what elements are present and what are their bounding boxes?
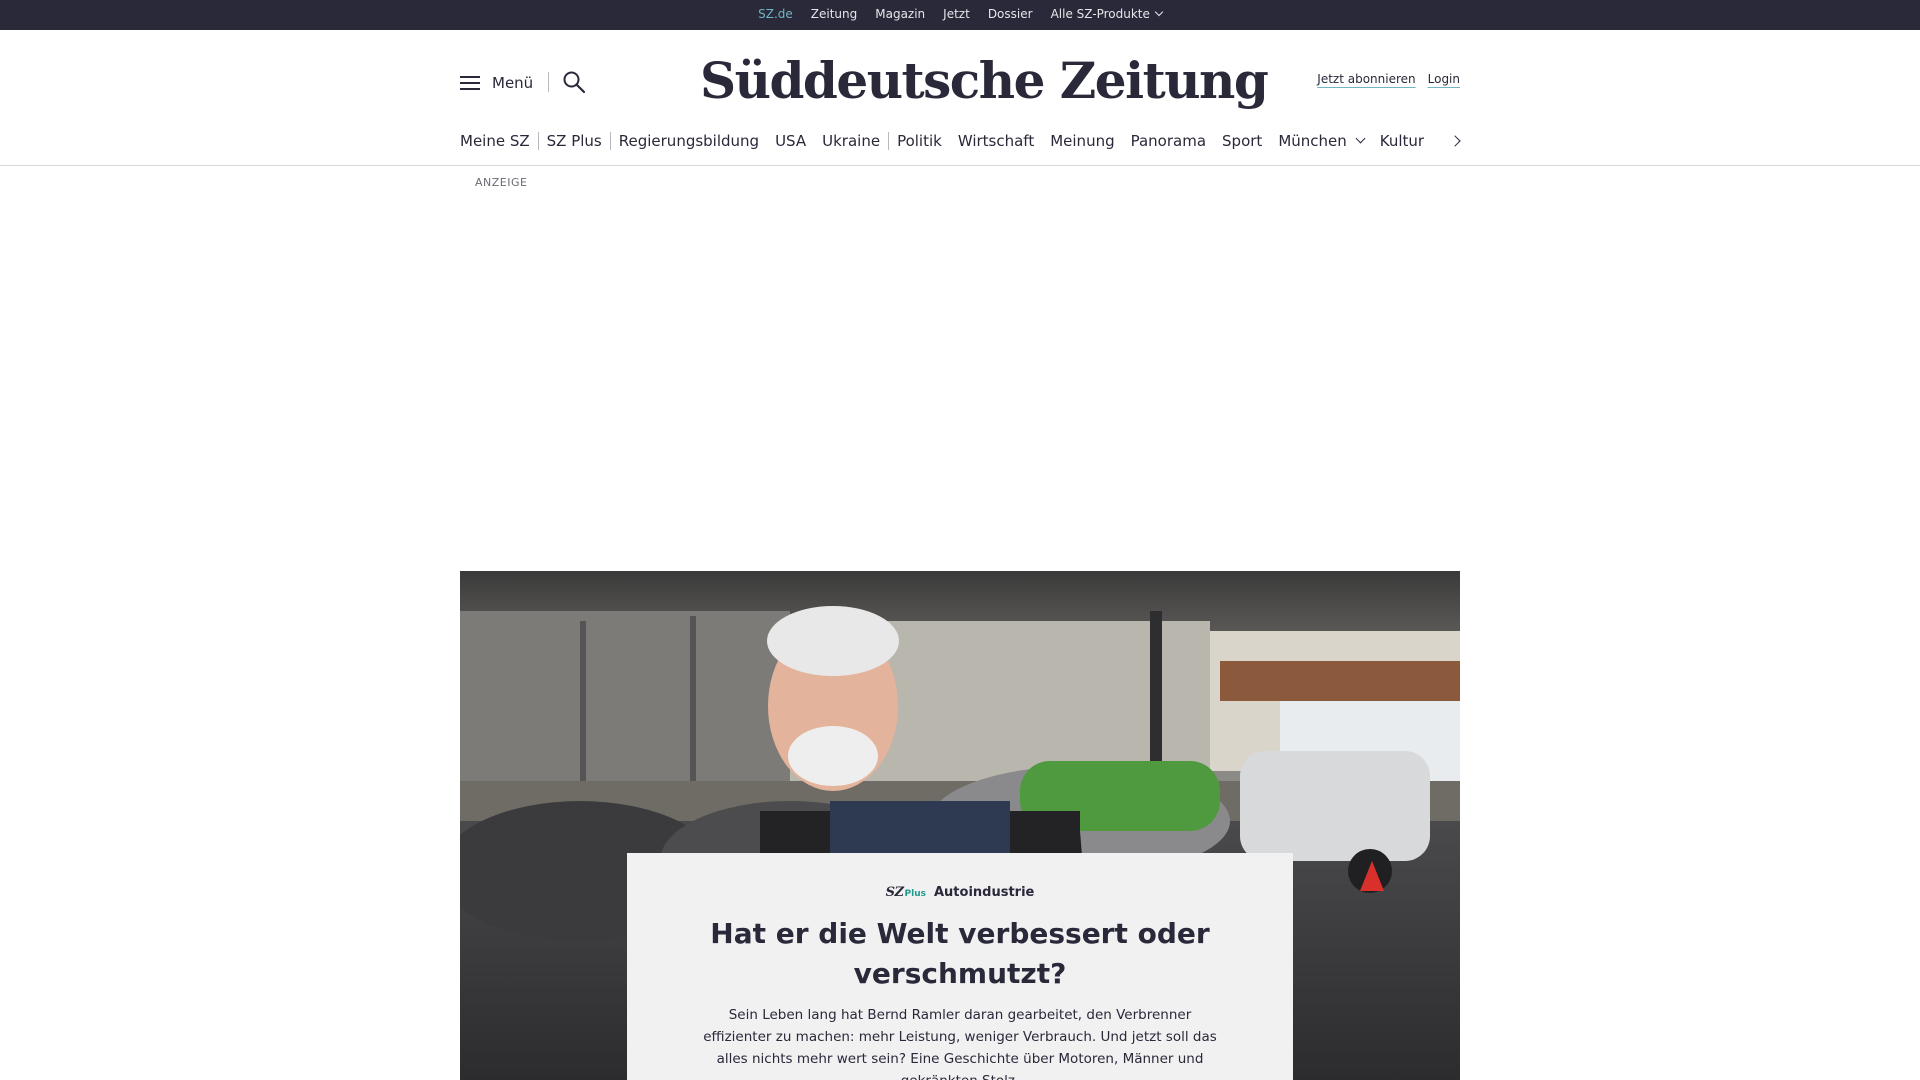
nav-item-sz-plus[interactable]: SZ Plus [539, 128, 610, 154]
service-link-zeitung[interactable]: Zeitung [802, 0, 866, 30]
main-nav: Meine SZ SZ Plus Regierungsbildung USA U… [460, 128, 1432, 154]
article-teaser[interactable]: SZ Plus Autoindustrie Hat er die Welt ver… [627, 853, 1293, 1080]
nav-item-politik[interactable]: Politik [889, 128, 950, 154]
chevron-right-icon[interactable] [1449, 134, 1463, 148]
search-icon [563, 71, 586, 94]
ad-label: ANZEIGE [475, 176, 528, 189]
nav-item-meine-sz[interactable]: Meine SZ [460, 128, 538, 154]
service-link-szde[interactable]: SZ.de [749, 0, 802, 36]
login-link[interactable]: Login [1428, 72, 1460, 86]
teaser-headline[interactable]: Hat er die Welt verbessert oder verschmu… [680, 914, 1240, 994]
nav-item-regierungsbildung[interactable]: Regierungsbildung [611, 128, 767, 154]
nav-item-muenchen-label: München [1278, 132, 1347, 150]
header-actions: Jetzt abonnieren Login [1317, 72, 1460, 86]
menu-button[interactable]: Menü [460, 68, 533, 98]
search-button[interactable] [562, 70, 586, 94]
menu-divider [548, 72, 549, 92]
hamburger-icon [460, 75, 480, 91]
service-link-all-products-label: Alle SZ-Produkte [1050, 7, 1150, 21]
service-link-jetzt[interactable]: Jetzt [934, 0, 979, 30]
nav-item-ukraine[interactable]: Ukraine [814, 128, 888, 154]
nav-item-meinung[interactable]: Meinung [1042, 128, 1122, 154]
nav-item-panorama[interactable]: Panorama [1123, 128, 1214, 154]
nav-item-usa[interactable]: USA [767, 128, 814, 154]
subscribe-link[interactable]: Jetzt abonnieren [1317, 72, 1415, 86]
sz-plus-badge-plus: Plus [904, 889, 926, 899]
service-bar: SZ.de Zeitung Magazin Jetzt Dossier Alle… [0, 0, 1920, 36]
teaser-summary: Sein Leben lang hat Bernd Ramler daran g… [703, 1007, 1217, 1080]
chevron-down-icon [1154, 7, 1164, 17]
service-link-dossier[interactable]: Dossier [979, 0, 1042, 30]
nav-item-sport[interactable]: Sport [1214, 128, 1270, 154]
nav-item-wirtschaft[interactable]: Wirtschaft [950, 128, 1042, 154]
menu-label: Menü [492, 74, 534, 92]
nav-item-muenchen[interactable]: München [1270, 128, 1371, 154]
site-header: Menü Süddeutsche Zeitung Jetzt abonniere… [0, 30, 1920, 166]
sz-plus-badge-sz: SZ [885, 885, 904, 900]
chevron-down-icon [1355, 133, 1366, 144]
teaser-topic: Autoindustrie [933, 885, 1035, 900]
service-link-all-products[interactable]: Alle SZ-Produkte [1042, 0, 1171, 30]
sz-plus-badge: SZ Plus [886, 885, 926, 900]
service-link-magazin[interactable]: Magazin [866, 0, 934, 30]
site-logo[interactable]: Süddeutsche Zeitung [700, 46, 1269, 116]
service-nav: SZ.de Zeitung Magazin Jetzt Dossier Alle… [0, 0, 1920, 36]
teaser-kicker: SZ Plus Autoindustrie [627, 885, 1293, 900]
nav-item-kultur[interactable]: Kultur [1372, 128, 1432, 154]
